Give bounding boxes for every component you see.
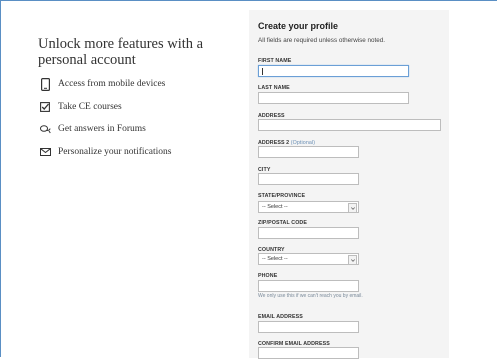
checkbox-icon [38, 100, 52, 114]
state-label: STATE/PROVINCE [258, 193, 306, 199]
feature-label: Access from mobile devices [58, 79, 166, 89]
profile-form-panel: Create your profile All fields are requi… [249, 10, 449, 359]
form-subtitle: All fields are required unless otherwise… [258, 37, 386, 44]
email-field[interactable] [258, 321, 359, 333]
envelope-icon [38, 145, 52, 159]
last-name-field[interactable] [258, 92, 409, 104]
email-label: EMAIL ADDRESS [258, 314, 303, 320]
feature-forums: Get answers in Forums [38, 122, 146, 136]
feature-label: Get answers in Forums [58, 124, 146, 134]
address2-field[interactable] [258, 146, 359, 158]
phone-field[interactable] [258, 280, 359, 292]
feature-label: Personalize your notifications [58, 147, 172, 157]
country-select[interactable]: -- Select -- [258, 253, 359, 265]
city-field[interactable] [258, 173, 359, 185]
mobile-icon [38, 77, 52, 91]
text-caret [262, 68, 263, 75]
first-name-field[interactable] [258, 65, 409, 77]
form-title: Create your profile [258, 21, 339, 31]
chevron-down-icon[interactable] [348, 203, 357, 213]
feature-label: Take CE courses [58, 102, 122, 112]
feature-notifications: Personalize your notifications [38, 145, 171, 159]
state-select[interactable]: -- Select -- [258, 201, 359, 213]
phone-label: PHONE [258, 273, 278, 279]
feature-ce-courses: Take CE courses [38, 100, 122, 114]
phone-help-text: We only use this if we can't reach you b… [258, 293, 363, 299]
chat-bubbles-icon [38, 122, 52, 136]
state-selected-value: -- Select -- [262, 204, 288, 210]
feature-mobile: Access from mobile devices [38, 77, 165, 91]
chevron-down-icon[interactable] [348, 255, 357, 265]
confirm-email-field[interactable] [258, 347, 359, 359]
address-field[interactable] [258, 119, 441, 131]
first-name-label: FIRST NAME [258, 58, 292, 64]
last-name-label: LAST NAME [258, 85, 290, 91]
benefits-column: Unlock more features with a personal acc… [0, 0, 245, 358]
zip-field[interactable] [258, 227, 359, 239]
zip-label: ZIP/POSTAL CODE [258, 220, 307, 226]
benefits-headline: Unlock more features with a personal acc… [38, 36, 204, 68]
country-selected-value: -- Select -- [262, 256, 288, 262]
